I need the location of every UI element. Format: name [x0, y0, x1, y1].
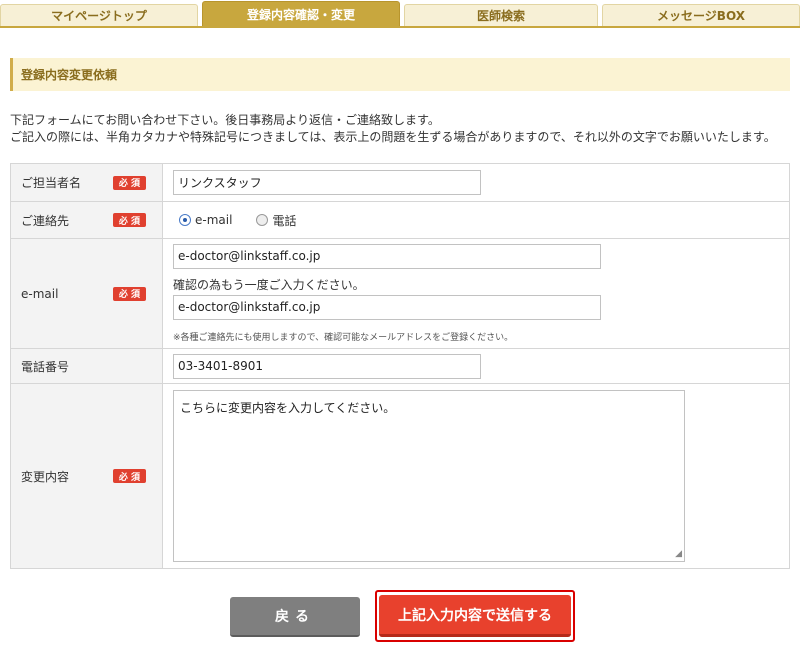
back-button[interactable]: 戻る [230, 597, 360, 637]
phone-cell: 03-3401-8901 [162, 348, 790, 384]
phone-label: 電話番号 [21, 359, 70, 374]
row-changes: 変更内容 必 須 こちらに変更内容を入力してください。 ◢ [10, 383, 790, 569]
contact-person-input[interactable]: リンクスタッフ [173, 170, 481, 195]
tab-doctor-search[interactable]: 医師検索 [404, 4, 598, 26]
contact-method-options: e-mail 電話 [173, 202, 789, 238]
tab-label: マイページトップ [51, 9, 147, 23]
email-confirm-input[interactable]: e-doctor@linkstaff.co.jp [173, 294, 601, 320]
row-email: e-mail 必 須 e-doctor@linkstaff.co.jp 確認の為… [10, 238, 790, 349]
radio-phone[interactable] [256, 214, 269, 226]
phone-label-cell: 電話番号 [10, 348, 163, 384]
intro-line-1: 下記フォームにてお問い合わせ下さい。後日事務局より返信・ご連絡致します。 [10, 113, 440, 127]
email-input[interactable]: e-doctor@linkstaff.co.jp [173, 243, 601, 269]
changes-textarea[interactable]: こちらに変更内容を入力してください。 ◢ [173, 390, 685, 562]
changes-label: 変更内容 [21, 469, 70, 484]
back-button-label: 戻る [275, 609, 315, 625]
contact-method-label-cell: ご連絡先 必 須 [10, 201, 163, 239]
section-title: 登録内容変更依頼 [10, 58, 790, 91]
row-contact-person: ご担当者名 必 須 リンクスタッフ [10, 163, 790, 202]
intro-text: 下記フォームにてお問い合わせ下さい。後日事務局より返信・ご連絡致します。 ご記入… [10, 112, 776, 146]
radio-email[interactable] [179, 214, 191, 226]
contact-person-cell: リンクスタッフ [162, 163, 790, 202]
email-label-cell: e-mail 必 須 [10, 238, 163, 349]
phone-input[interactable]: 03-3401-8901 [173, 353, 481, 379]
section-title-text: 登録内容変更依頼 [21, 68, 118, 82]
contact-person-label-cell: ご担当者名 必 須 [10, 163, 163, 202]
required-badge: 必 須 [113, 469, 146, 483]
contact-method-label: ご連絡先 [21, 213, 70, 228]
tab-underline [0, 26, 800, 28]
radio-phone-label[interactable]: 電話 [272, 212, 296, 229]
tab-label: メッセージBOX [657, 9, 745, 23]
intro-line-2: ご記入の際には、半角カタカナや特殊記号につきましては、表示上の問題を生ずる場合が… [10, 130, 776, 144]
tab-mypage-top[interactable]: マイページトップ [0, 4, 198, 26]
email-note: ※各種ご連絡先にも使用しますので、確認可能なメールアドレスをご登録ください。 [173, 332, 514, 343]
tab-label: 登録内容確認・変更 [246, 7, 355, 22]
contact-form-table: ご担当者名 必 須 リンクスタッフ ご連絡先 必 須 e-mail 電話 e-m… [10, 163, 790, 569]
changes-cell: こちらに変更内容を入力してください。 ◢ [162, 383, 790, 569]
tab-label: 医師検索 [476, 9, 525, 23]
email-label: e-mail [21, 286, 59, 301]
changes-label-cell: 変更内容 必 須 [10, 383, 163, 569]
row-contact-method: ご連絡先 必 須 e-mail 電話 [10, 201, 790, 239]
submit-button[interactable]: 上記入力内容で送信する [379, 595, 571, 637]
required-badge: 必 須 [113, 175, 146, 190]
tab-registration[interactable]: 登録内容確認・変更 [202, 1, 400, 26]
required-badge: 必 須 [113, 286, 146, 301]
email-confirm-label: 確認の為もう一度ご入力ください。 [173, 277, 365, 292]
submit-button-label: 上記入力内容で送信する [398, 607, 552, 624]
row-phone: 電話番号 03-3401-8901 [10, 348, 790, 384]
contact-method-cell: e-mail 電話 [162, 201, 790, 239]
required-badge: 必 須 [113, 213, 146, 227]
email-cell: e-doctor@linkstaff.co.jp 確認の為もう一度ご入力ください… [162, 238, 790, 349]
tab-bar: マイページトップ 登録内容確認・変更 医師検索 メッセージBOX [0, 0, 800, 30]
resize-handle-icon[interactable]: ◢ [675, 550, 682, 559]
contact-person-label: ご担当者名 [21, 176, 82, 190]
changes-placeholder: こちらに変更内容を入力してください。 [180, 401, 396, 415]
radio-email-label[interactable]: e-mail [195, 213, 232, 227]
tab-message-box[interactable]: メッセージBOX [602, 4, 800, 26]
